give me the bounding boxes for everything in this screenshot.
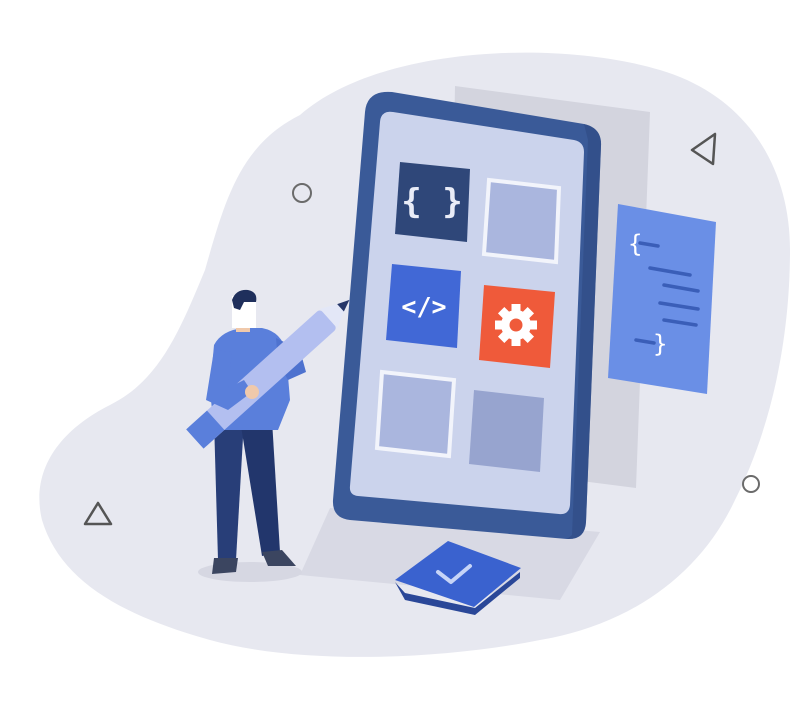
code-card-open-brace: {: [628, 230, 642, 258]
code-card: { }: [608, 204, 716, 394]
circle-outline-icon: [742, 475, 760, 493]
tile-settings[interactable]: [479, 285, 555, 368]
person-hand: [245, 385, 259, 399]
tile-empty-bottom-left-bg: [374, 369, 457, 459]
code-card-bg: [608, 204, 716, 394]
tile-empty-bottom-left[interactable]: [374, 369, 457, 459]
gear-icon: [495, 304, 537, 346]
code-card-close-brace: }: [653, 330, 667, 358]
tile-braces[interactable]: { }: [395, 162, 470, 242]
app-development-illustration: { } </> {}: [39, 52, 790, 657]
person-left-shoe: [212, 558, 238, 574]
phone: { } </>: [332, 91, 602, 540]
tile-empty-bottom-right[interactable]: [469, 390, 544, 472]
code-tag-icon: </>: [401, 292, 446, 321]
tile-code[interactable]: </>: [386, 264, 461, 348]
illustration-canvas: { } </> {}: [0, 0, 805, 698]
tile-empty-bottom-right-bg: [469, 390, 544, 472]
braces-icon: { }: [401, 182, 462, 222]
tile-empty-top-bg: [481, 177, 562, 265]
tile-empty-top[interactable]: [481, 177, 562, 265]
